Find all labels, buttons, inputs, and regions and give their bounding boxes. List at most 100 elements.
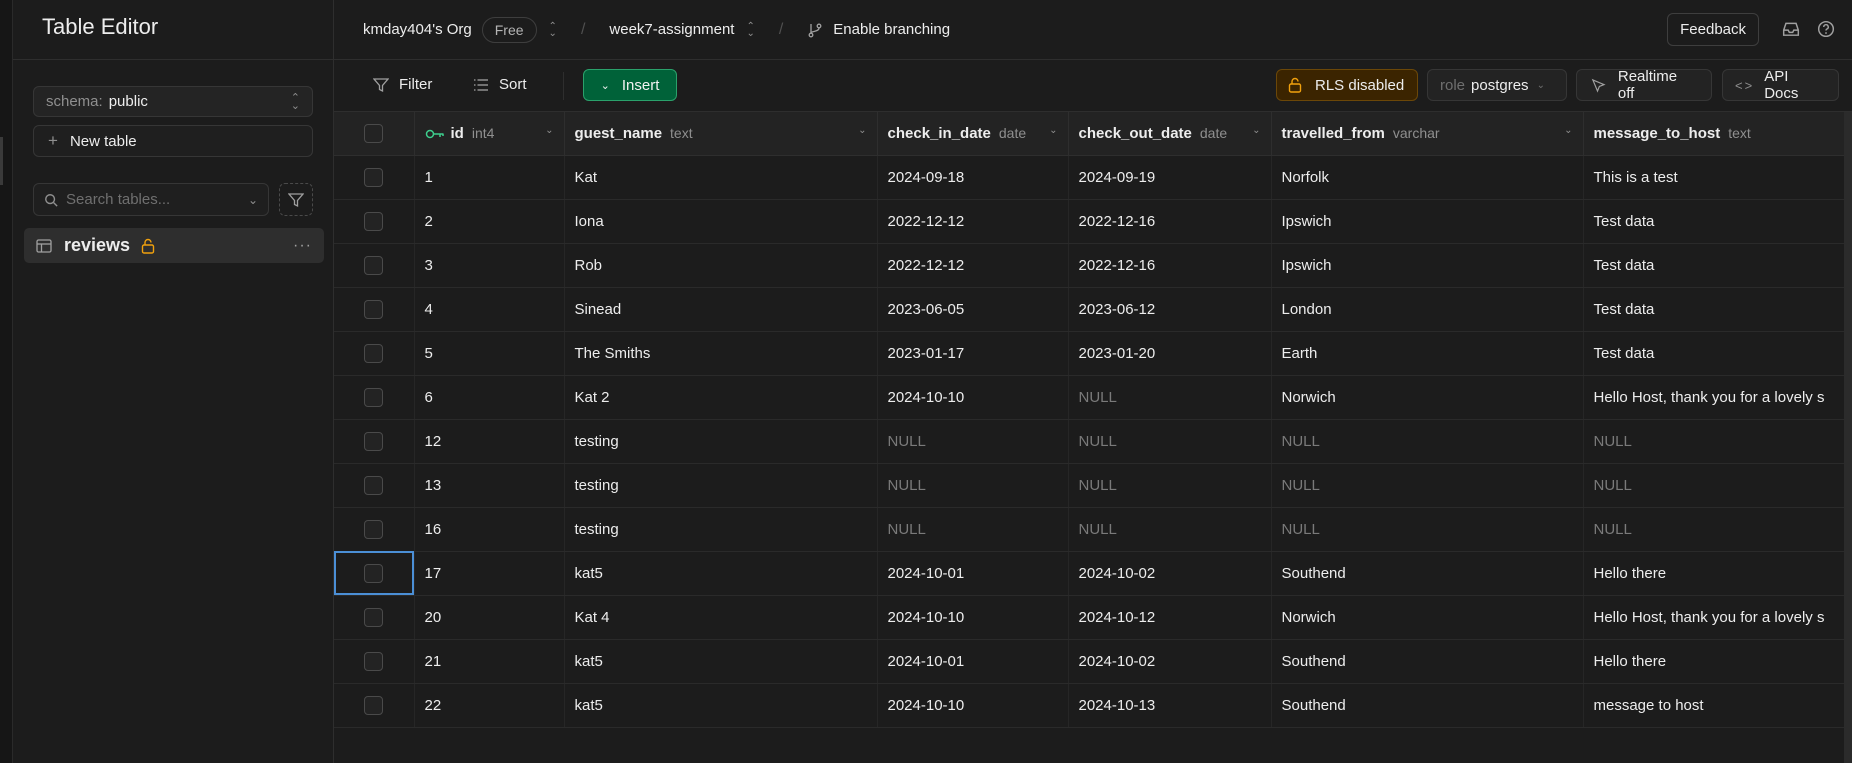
column-header-travelled-from[interactable]: travelled_from varchar ⌄ [1271,112,1584,156]
table-row[interactable]: 22 kat5 2024-10-10 2024-10-13 Southend messag… [334,683,1852,728]
column-header-guest-name[interactable]: guest_name text ⌄ [564,112,878,156]
table-row[interactable]: 3 Rob 2022-12-12 2022-12-16 Ipswich Test data [334,243,1852,288]
row-select-cell[interactable] [334,243,415,288]
cell-travelled-from[interactable]: NULL [1271,507,1584,552]
cell-travelled-from[interactable]: Ipswich [1271,199,1584,244]
cell-check-out-date[interactable]: NULL [1068,507,1272,552]
column-header-message-to-host[interactable]: message_to_host text [1583,112,1852,156]
cell-check-out-date[interactable]: NULL [1068,463,1272,508]
cell-check-in-date[interactable]: 2024-10-10 [877,683,1069,728]
row-select-cell[interactable] [334,507,415,552]
row-select-cell[interactable] [334,463,415,508]
chevron-down-icon[interactable]: ⌄ [1252,125,1260,136]
cell-message-to-host[interactable]: Hello there [1583,551,1852,596]
cell-check-out-date[interactable]: 2023-01-20 [1068,331,1272,376]
table-row[interactable]: 16 testing NULL NULL NULL NULL [334,507,1852,552]
cell-id[interactable]: 21 [414,639,565,684]
cell-check-out-date[interactable]: 2022-12-16 [1068,199,1272,244]
realtime-button[interactable]: Realtime off [1576,68,1712,102]
cell-guest-name[interactable]: Sinead [564,287,878,332]
cell-id[interactable]: 6 [414,375,565,420]
search-input[interactable] [66,191,236,208]
chevrons-down-icon[interactable]: ⌄ [248,193,258,207]
row-checkbox[interactable] [364,651,384,671]
insert-button[interactable]: ⌄ Insert [583,69,677,101]
cell-message-to-host[interactable]: NULL [1583,419,1852,464]
cell-travelled-from[interactable]: Earth [1271,331,1584,376]
cell-id[interactable]: 4 [414,287,565,332]
row-select-cell[interactable] [334,683,415,728]
table-row[interactable]: 17 kat5 2024-10-01 2024-10-02 Southend Hello … [334,551,1852,596]
chevron-down-icon[interactable]: ⌄ [1564,125,1572,136]
chevron-down-icon[interactable]: ⌄ [1049,125,1057,136]
column-header-check-out-date[interactable]: check_out_date date ⌄ [1068,112,1272,156]
cell-check-out-date[interactable]: NULL [1068,419,1272,464]
cell-travelled-from[interactable]: Norfolk [1271,155,1584,200]
search-tables[interactable]: ⌄ [33,183,269,216]
cell-check-out-date[interactable]: 2024-09-19 [1068,155,1272,200]
cell-message-to-host[interactable]: Test data [1583,243,1852,288]
cell-travelled-from[interactable]: Southend [1271,683,1584,728]
cell-travelled-from[interactable]: Norwich [1271,375,1584,420]
cell-message-to-host[interactable]: Hello Host, thank you for a lovely s [1583,595,1852,640]
role-select[interactable]: role postgres ⌄ [1427,69,1567,101]
cell-check-in-date[interactable]: NULL [877,463,1069,508]
cell-check-in-date[interactable]: NULL [877,507,1069,552]
row-checkbox[interactable] [364,343,384,363]
sidebar-item-reviews[interactable]: reviews ··· [24,228,324,263]
table-row[interactable]: 21 kat5 2024-10-01 2024-10-02 Southend Hello … [334,639,1852,684]
cell-id[interactable]: 20 [414,595,565,640]
row-checkbox[interactable] [364,387,384,407]
row-checkbox[interactable] [364,607,384,627]
vertical-scrollbar[interactable] [1844,112,1852,763]
table-row[interactable]: 12 testing NULL NULL NULL NULL [334,419,1852,464]
cell-guest-name[interactable]: The Smiths [564,331,878,376]
cell-message-to-host[interactable]: NULL [1583,463,1852,508]
feedback-button[interactable]: Feedback [1667,13,1759,46]
cell-travelled-from[interactable]: Southend [1271,551,1584,596]
cell-check-in-date[interactable]: 2022-12-12 [877,199,1069,244]
row-select-cell[interactable] [334,375,415,420]
row-checkbox[interactable] [364,211,384,231]
cell-message-to-host[interactable]: Hello Host, thank you for a lovely s [1583,375,1852,420]
rls-disabled-button[interactable]: RLS disabled [1276,69,1418,101]
cell-check-in-date[interactable]: 2024-10-01 [877,551,1069,596]
cell-message-to-host[interactable]: Test data [1583,287,1852,332]
more-options-icon[interactable]: ··· [293,237,312,255]
inbox-icon[interactable] [1782,20,1800,38]
cell-check-in-date[interactable]: NULL [877,419,1069,464]
cell-check-out-date[interactable]: NULL [1068,375,1272,420]
cell-check-in-date[interactable]: 2024-10-10 [877,595,1069,640]
table-row[interactable]: 5 The Smiths 2023-01-17 2023-01-20 Earth Test… [334,331,1852,376]
cell-guest-name[interactable]: Kat 2 [564,375,878,420]
cell-guest-name[interactable]: kat5 [564,639,878,684]
row-checkbox[interactable] [364,695,384,715]
cell-id[interactable]: 16 [414,507,565,552]
enable-branching-button[interactable]: Enable branching [807,21,950,38]
row-select-cell[interactable] [334,287,415,332]
org-name[interactable]: kmday404's Org [363,21,472,38]
cell-guest-name[interactable]: testing [564,507,878,552]
column-header-id[interactable]: id int4 ⌄ [414,112,565,156]
new-table-button[interactable]: + New table [33,125,313,157]
row-checkbox[interactable] [364,299,384,319]
row-select-cell[interactable] [334,419,415,464]
cell-check-in-date[interactable]: 2024-10-01 [877,639,1069,684]
row-select-cell[interactable] [334,331,415,376]
cell-check-in-date[interactable]: 2023-06-05 [877,287,1069,332]
table-row[interactable]: 20 Kat 4 2024-10-10 2024-10-12 Norwich Hello … [334,595,1852,640]
help-icon[interactable] [1817,20,1835,38]
cell-message-to-host[interactable]: Hello there [1583,639,1852,684]
cell-message-to-host[interactable]: Test data [1583,199,1852,244]
cell-guest-name[interactable]: kat5 [564,683,878,728]
cell-id[interactable]: 3 [414,243,565,288]
select-all-checkbox[interactable] [364,123,384,143]
api-docs-button[interactable]: <> API Docs [1722,68,1839,102]
filter-tables-button[interactable] [279,183,313,216]
chevron-down-icon[interactable]: ⌄ [858,125,866,136]
cell-check-out-date[interactable]: 2022-12-16 [1068,243,1272,288]
row-checkbox[interactable] [364,255,384,275]
cell-id[interactable]: 1 [414,155,565,200]
cell-check-in-date[interactable]: 2022-12-12 [877,243,1069,288]
cell-travelled-from[interactable]: Norwich [1271,595,1584,640]
